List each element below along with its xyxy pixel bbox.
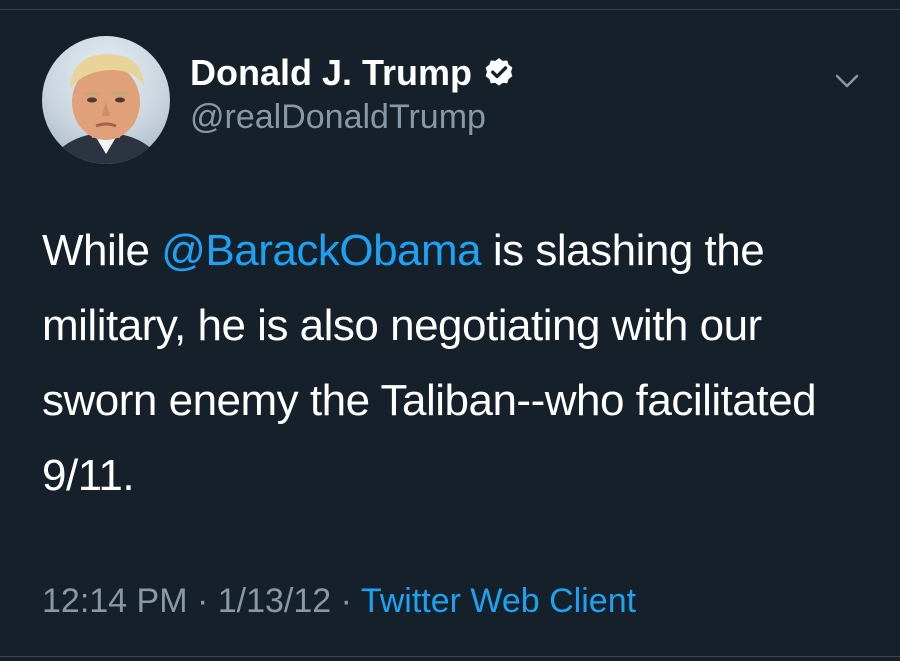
avatar-image: [50, 54, 162, 164]
chevron-down-icon[interactable]: [832, 66, 862, 96]
display-name[interactable]: Donald J. Trump: [190, 52, 516, 94]
verified-badge-icon: [482, 56, 516, 90]
tweet-date[interactable]: 1/13/12: [218, 582, 331, 620]
tweet-time[interactable]: 12:14 PM: [42, 582, 188, 620]
user-handle[interactable]: @realDonaldTrump: [190, 98, 486, 137]
avatar[interactable]: [42, 36, 170, 164]
tweet-metadata: 12:14 PM · 1/13/12 · Twitter Web Client: [42, 582, 636, 621]
tweet-text-before: While: [42, 226, 162, 275]
mention-link[interactable]: @BarackObama: [161, 226, 481, 275]
meta-separator-2: ·: [331, 582, 361, 620]
display-name-text: Donald J. Trump: [190, 52, 473, 93]
top-divider: [0, 0, 900, 10]
tweet-client-link[interactable]: Twitter Web Client: [361, 582, 636, 620]
meta-separator: ·: [187, 582, 218, 620]
bottom-divider: [0, 656, 900, 657]
tweet-text: While @BarackObama is slashing the milit…: [42, 213, 862, 513]
